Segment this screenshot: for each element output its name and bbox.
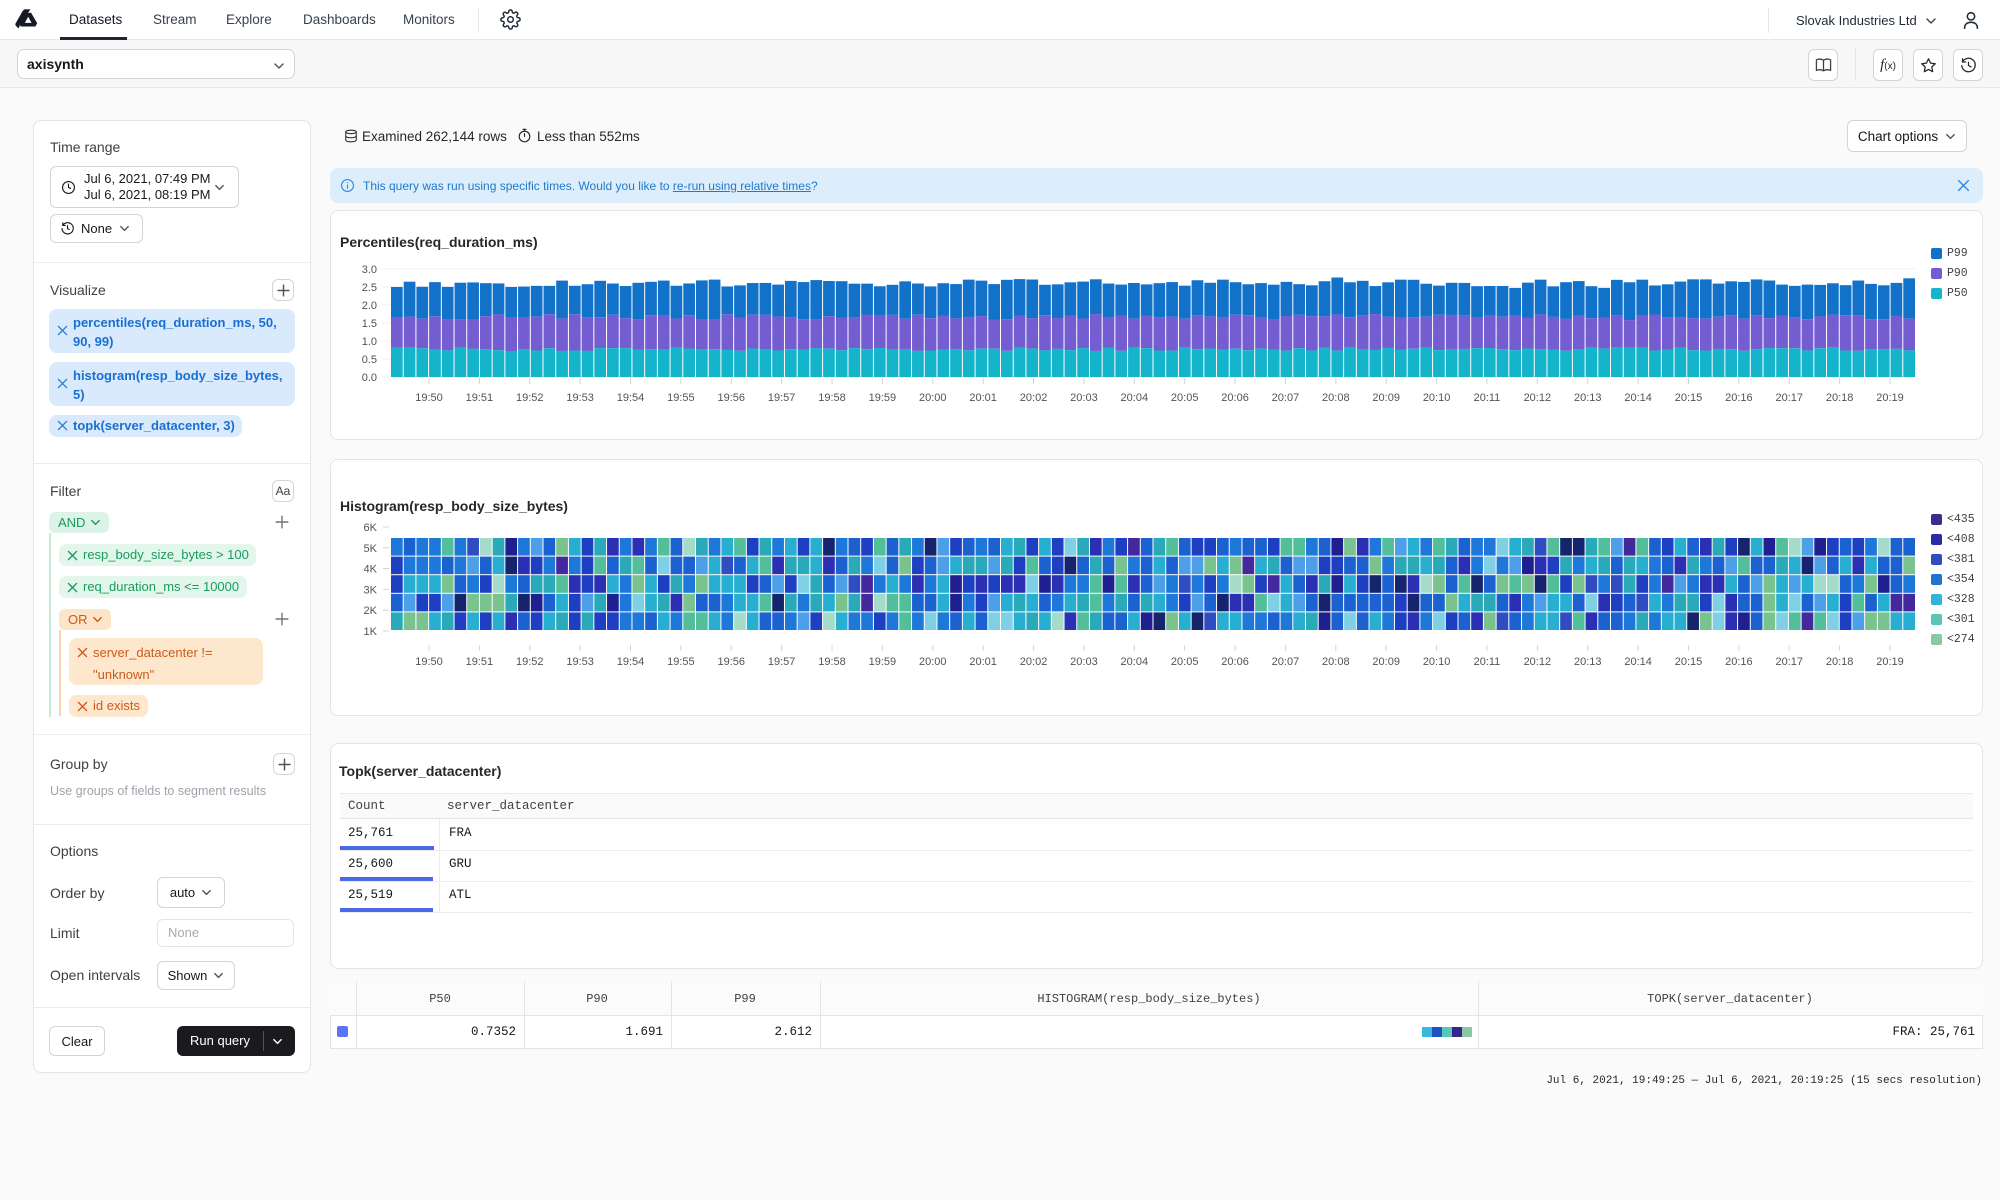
svg-text:20:03: 20:03 — [1070, 392, 1098, 404]
svg-text:4K: 4K — [364, 564, 378, 576]
svg-text:20:12: 20:12 — [1524, 656, 1552, 668]
svg-text:19:51: 19:51 — [466, 392, 494, 404]
svg-text:19:56: 19:56 — [718, 392, 746, 404]
svg-text:20:08: 20:08 — [1322, 392, 1350, 404]
svg-text:20:14: 20:14 — [1624, 656, 1652, 668]
svg-text:20:07: 20:07 — [1272, 392, 1300, 404]
svg-text:20:15: 20:15 — [1675, 656, 1703, 668]
svg-text:20:01: 20:01 — [969, 392, 997, 404]
svg-text:20:03: 20:03 — [1070, 656, 1098, 668]
svg-text:19:55: 19:55 — [667, 392, 695, 404]
svg-text:20:17: 20:17 — [1775, 656, 1803, 668]
svg-text:19:57: 19:57 — [768, 392, 796, 404]
svg-text:20:14: 20:14 — [1624, 392, 1652, 404]
svg-text:19:59: 19:59 — [869, 656, 897, 668]
svg-text:19:54: 19:54 — [617, 392, 645, 404]
svg-text:20:10: 20:10 — [1423, 656, 1451, 668]
svg-text:1.5: 1.5 — [362, 318, 377, 330]
svg-text:20:02: 20:02 — [1020, 392, 1048, 404]
svg-text:0.5: 0.5 — [362, 354, 377, 366]
svg-text:19:50: 19:50 — [415, 392, 443, 404]
svg-text:20:11: 20:11 — [1474, 392, 1501, 404]
svg-text:3K: 3K — [364, 584, 378, 596]
svg-text:19:54: 19:54 — [617, 656, 645, 668]
svg-text:20:11: 20:11 — [1474, 656, 1501, 668]
svg-text:20:06: 20:06 — [1221, 656, 1249, 668]
svg-text:20:13: 20:13 — [1574, 392, 1602, 404]
svg-text:20:15: 20:15 — [1675, 392, 1703, 404]
svg-text:20:10: 20:10 — [1423, 392, 1451, 404]
svg-text:19:59: 19:59 — [869, 392, 897, 404]
svg-text:2K: 2K — [364, 605, 378, 617]
svg-text:19:51: 19:51 — [466, 656, 494, 668]
svg-text:20:02: 20:02 — [1020, 656, 1048, 668]
svg-text:2.5: 2.5 — [362, 282, 377, 294]
svg-text:20:18: 20:18 — [1826, 656, 1854, 668]
svg-text:5K: 5K — [364, 543, 378, 555]
svg-text:20:08: 20:08 — [1322, 656, 1350, 668]
svg-text:6K: 6K — [364, 522, 378, 534]
svg-text:3.0: 3.0 — [362, 264, 377, 276]
svg-text:19:53: 19:53 — [566, 656, 594, 668]
svg-text:19:50: 19:50 — [415, 656, 443, 668]
svg-text:1K: 1K — [364, 626, 378, 638]
svg-text:20:19: 20:19 — [1876, 656, 1904, 668]
svg-text:20:04: 20:04 — [1121, 656, 1149, 668]
svg-text:19:55: 19:55 — [667, 656, 695, 668]
svg-text:19:58: 19:58 — [818, 656, 846, 668]
svg-text:19:58: 19:58 — [818, 392, 846, 404]
svg-text:20:05: 20:05 — [1171, 392, 1199, 404]
svg-text:19:57: 19:57 — [768, 656, 796, 668]
svg-text:19:53: 19:53 — [566, 392, 594, 404]
svg-text:19:52: 19:52 — [516, 392, 544, 404]
svg-text:2.0: 2.0 — [362, 300, 377, 312]
svg-text:20:13: 20:13 — [1574, 656, 1602, 668]
svg-text:1.0: 1.0 — [362, 336, 377, 348]
svg-text:20:04: 20:04 — [1121, 392, 1149, 404]
svg-text:20:18: 20:18 — [1826, 392, 1854, 404]
svg-text:20:00: 20:00 — [919, 656, 947, 668]
svg-text:20:01: 20:01 — [969, 656, 997, 668]
svg-text:20:12: 20:12 — [1524, 392, 1552, 404]
svg-text:20:09: 20:09 — [1372, 392, 1400, 404]
svg-text:19:52: 19:52 — [516, 656, 544, 668]
svg-text:20:00: 20:00 — [919, 392, 947, 404]
svg-text:0.0: 0.0 — [362, 372, 377, 384]
svg-text:20:16: 20:16 — [1725, 392, 1753, 404]
svg-text:20:17: 20:17 — [1775, 392, 1803, 404]
svg-text:20:06: 20:06 — [1221, 392, 1249, 404]
svg-text:20:19: 20:19 — [1876, 392, 1904, 404]
svg-text:20:09: 20:09 — [1372, 656, 1400, 668]
svg-text:19:56: 19:56 — [718, 656, 746, 668]
svg-text:20:07: 20:07 — [1272, 656, 1300, 668]
svg-text:20:05: 20:05 — [1171, 656, 1199, 668]
svg-text:20:16: 20:16 — [1725, 656, 1753, 668]
